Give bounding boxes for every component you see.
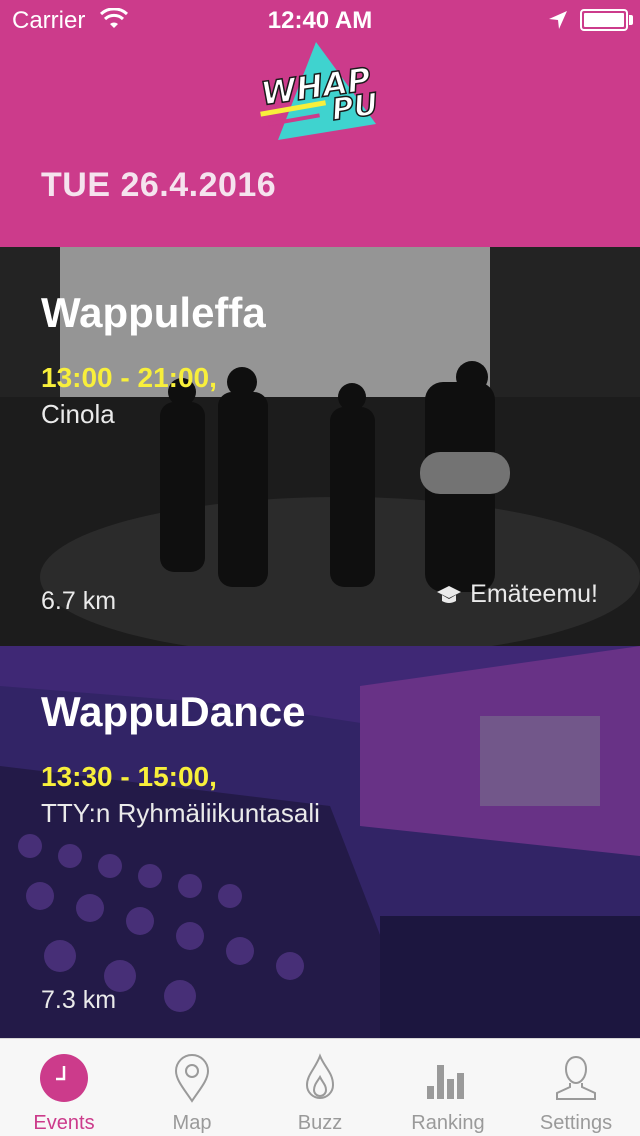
battery-tip	[629, 15, 633, 25]
event-card[interactable]: WappuDance 13:30 - 15:00, TTY:n Ryhmälii…	[0, 646, 640, 1038]
graduation-cap-icon	[437, 585, 462, 603]
event-title: WappuDance	[41, 688, 306, 735]
location-arrow-icon	[549, 11, 567, 29]
event-distance: 6.7 km	[41, 587, 117, 615]
tab-label: Settings	[539, 1112, 613, 1134]
event-title: Wappuleffa	[41, 289, 266, 336]
status-bar: Carrier 12:40 AM	[0, 0, 640, 40]
event-time: 13:30 - 15:00,	[41, 761, 217, 792]
flame-icon	[305, 1053, 335, 1099]
tab-settings[interactable]: Settings	[512, 1039, 640, 1136]
tab-label: Events	[33, 1112, 95, 1134]
svg-text:PU: PU	[330, 87, 381, 128]
tab-events[interactable]: Events	[0, 1039, 128, 1136]
event-tag-label: Emäteemu!	[470, 580, 598, 608]
tab-ranking[interactable]: Ranking	[384, 1039, 512, 1136]
event-time: 13:00 - 21:00,	[41, 362, 217, 393]
battery-icon	[580, 9, 628, 31]
tab-label: Buzz	[297, 1112, 343, 1134]
event-tag: Emäteemu!	[436, 580, 598, 609]
tab-buzz[interactable]: Buzz	[256, 1039, 384, 1136]
event-distance: 7.3 km	[41, 986, 117, 1014]
whappu-logo: WHAP PU	[258, 42, 381, 140]
bar-chart-icon	[427, 1065, 464, 1099]
tab-bar: Events Map Buzz Ranking Settings	[0, 1038, 640, 1136]
user-icon	[556, 1055, 596, 1100]
tab-label: Map	[172, 1112, 212, 1134]
event-place: Cinola	[41, 399, 115, 429]
app-header: Carrier 12:40 AM WHAP PU TUE 26.4.2016	[0, 0, 640, 247]
date-heading: TUE 26.4.2016	[41, 166, 277, 204]
status-time: 12:40 AM	[267, 7, 373, 34]
map-pin-icon	[174, 1054, 210, 1103]
event-card[interactable]: Wappuleffa 13:00 - 21:00, Cinola 6.7 km …	[0, 247, 640, 646]
tab-label: Ranking	[411, 1112, 485, 1134]
clock-icon	[40, 1054, 88, 1102]
event-place: TTY:n Ryhmäliikuntasali	[41, 798, 320, 828]
tab-map[interactable]: Map	[128, 1039, 256, 1136]
